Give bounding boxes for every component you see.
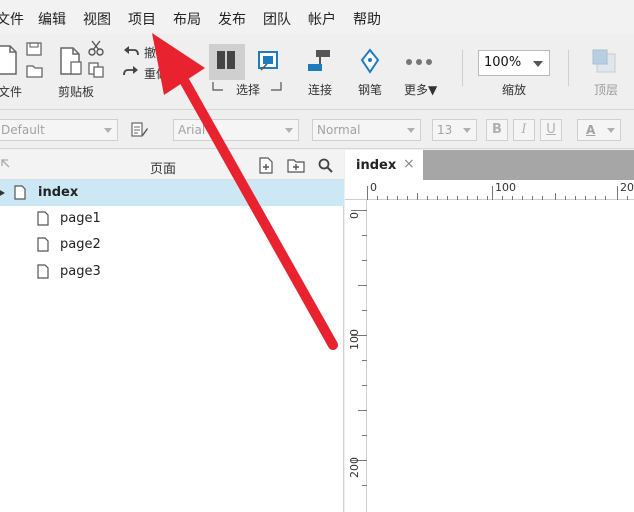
pen-icon[interactable] bbox=[359, 48, 381, 74]
menu-help[interactable]: 帮助 bbox=[353, 9, 381, 29]
menu-bar: 文件 编辑 视图 项目 布局 发布 团队 帐户 帮助 bbox=[0, 0, 634, 34]
page-icon bbox=[37, 237, 49, 252]
page-icon bbox=[14, 185, 26, 200]
tree-item-label: index bbox=[38, 185, 79, 200]
select-group-label: 选择 bbox=[236, 83, 261, 97]
copy-icon[interactable] bbox=[88, 62, 104, 78]
new-file-icon[interactable] bbox=[0, 44, 20, 76]
undo-label[interactable]: 撤销 bbox=[144, 44, 168, 61]
collapse-arrow-icon[interactable] bbox=[0, 159, 10, 169]
redo-label[interactable]: 重做 bbox=[144, 65, 168, 82]
ruler-v-label: 100 bbox=[348, 329, 361, 350]
add-page-icon[interactable] bbox=[258, 157, 274, 174]
pages-panel: 页面 index page1 page2 page3 bbox=[0, 150, 344, 512]
font-color-icon: A bbox=[586, 123, 596, 137]
expand-triangle-icon[interactable] bbox=[0, 189, 5, 197]
menu-layout[interactable]: 布局 bbox=[173, 9, 201, 29]
file-group-label: 文件 bbox=[0, 85, 23, 99]
pages-header: 页面 bbox=[0, 150, 344, 180]
paste-icon[interactable] bbox=[59, 46, 83, 76]
ruler-h-label: 20 bbox=[620, 181, 634, 194]
redo-icon[interactable] bbox=[123, 65, 139, 77]
zoom-value: 100% bbox=[484, 55, 522, 70]
menu-project[interactable]: 项目 bbox=[128, 9, 156, 29]
select-contain-icon[interactable] bbox=[257, 50, 279, 72]
style-select[interactable]: Default bbox=[0, 119, 118, 141]
zoom-label: 缩放 bbox=[502, 83, 527, 97]
search-icon[interactable] bbox=[318, 158, 333, 173]
zoom-select[interactable]: 100% bbox=[478, 50, 550, 76]
format-painter-icon[interactable] bbox=[131, 122, 149, 138]
tree-item-index[interactable]: index bbox=[0, 180, 344, 206]
bring-to-front-icon[interactable] bbox=[591, 48, 617, 74]
tree-item-page1[interactable]: page1 bbox=[0, 206, 344, 232]
top-layer-label[interactable]: 顶层 bbox=[594, 81, 618, 98]
font-weight-select[interactable]: Normal bbox=[312, 119, 421, 141]
ruler-h-label: 0 bbox=[370, 181, 377, 194]
select-bracket-right-icon bbox=[271, 82, 282, 91]
chevron-down-icon bbox=[463, 128, 471, 133]
font-weight-value: Normal bbox=[317, 123, 361, 137]
font-family-value: Arial bbox=[178, 123, 206, 137]
chevron-down-icon bbox=[104, 128, 112, 133]
font-color-select[interactable]: A bbox=[577, 119, 621, 141]
ruler-v-label: 200 bbox=[348, 457, 361, 478]
tab-label: index bbox=[356, 158, 397, 173]
italic-button[interactable]: I bbox=[513, 119, 535, 141]
menu-view[interactable]: 视图 bbox=[83, 9, 111, 29]
ruler-h-label: 100 bbox=[495, 181, 516, 194]
horizontal-ruler: 0 100 20 bbox=[345, 180, 634, 200]
menu-publish[interactable]: 发布 bbox=[218, 9, 246, 29]
vertical-ruler: 0 100 200 bbox=[345, 200, 367, 512]
chevron-down-icon bbox=[533, 61, 543, 67]
font-size-select[interactable]: 13 bbox=[432, 119, 477, 141]
chevron-down-icon bbox=[607, 128, 615, 133]
font-family-select[interactable]: Arial bbox=[173, 119, 299, 141]
clipboard-group-label: 剪贴板 bbox=[58, 85, 95, 99]
canvas-tab-strip: index × bbox=[345, 150, 634, 180]
connect-icon[interactable] bbox=[306, 48, 332, 74]
select-bracket-left-icon bbox=[212, 82, 223, 91]
tree-item-label: page2 bbox=[60, 237, 101, 252]
format-bar: Default Arial Normal 13 B I U A bbox=[0, 111, 634, 149]
tree-item-page3[interactable]: page3 bbox=[0, 259, 344, 285]
chevron-down-icon bbox=[407, 128, 415, 133]
page-icon bbox=[37, 264, 49, 279]
menu-account[interactable]: 帐户 bbox=[308, 9, 336, 29]
more-dots-icon[interactable] bbox=[405, 58, 433, 66]
tree-item-label: page1 bbox=[60, 211, 101, 226]
cut-icon[interactable] bbox=[88, 40, 104, 56]
pen-label[interactable]: 钢笔 bbox=[358, 81, 382, 98]
undo-icon[interactable] bbox=[123, 45, 139, 57]
connect-label[interactable]: 连接 bbox=[308, 81, 332, 98]
design-canvas[interactable]: 0 100 20 0 100 200 bbox=[345, 180, 634, 512]
save-icon[interactable] bbox=[26, 42, 42, 56]
ruler-v-label: 0 bbox=[348, 212, 361, 219]
toolbar-divider bbox=[568, 50, 569, 86]
menu-file[interactable]: 文件 bbox=[0, 9, 24, 29]
tree-item-label: page3 bbox=[60, 264, 101, 279]
chevron-down-icon bbox=[285, 128, 293, 133]
menu-edit[interactable]: 编辑 bbox=[38, 9, 66, 29]
font-size-value: 13 bbox=[437, 123, 453, 137]
tree-item-page2[interactable]: page2 bbox=[0, 232, 344, 258]
open-folder-icon[interactable] bbox=[26, 64, 44, 78]
main-toolbar: 文件 剪贴板 撤销 重做 选择 连接 钢笔 更多▼ 100% 缩放 顶层 bbox=[0, 34, 634, 110]
tab-index[interactable]: index × bbox=[345, 150, 423, 180]
page-icon bbox=[37, 211, 49, 226]
underline-button[interactable]: U bbox=[540, 119, 562, 141]
select-intersect-icon[interactable] bbox=[216, 50, 238, 74]
close-icon[interactable]: × bbox=[403, 156, 415, 172]
toolbar-divider bbox=[462, 50, 463, 86]
menu-team[interactable]: 团队 bbox=[263, 9, 291, 29]
pages-title: 页面 bbox=[150, 162, 177, 177]
more-label[interactable]: 更多▼ bbox=[404, 81, 437, 98]
bold-button[interactable]: B bbox=[486, 119, 508, 141]
style-value: Default bbox=[1, 123, 45, 137]
add-folder-icon[interactable] bbox=[287, 158, 305, 173]
